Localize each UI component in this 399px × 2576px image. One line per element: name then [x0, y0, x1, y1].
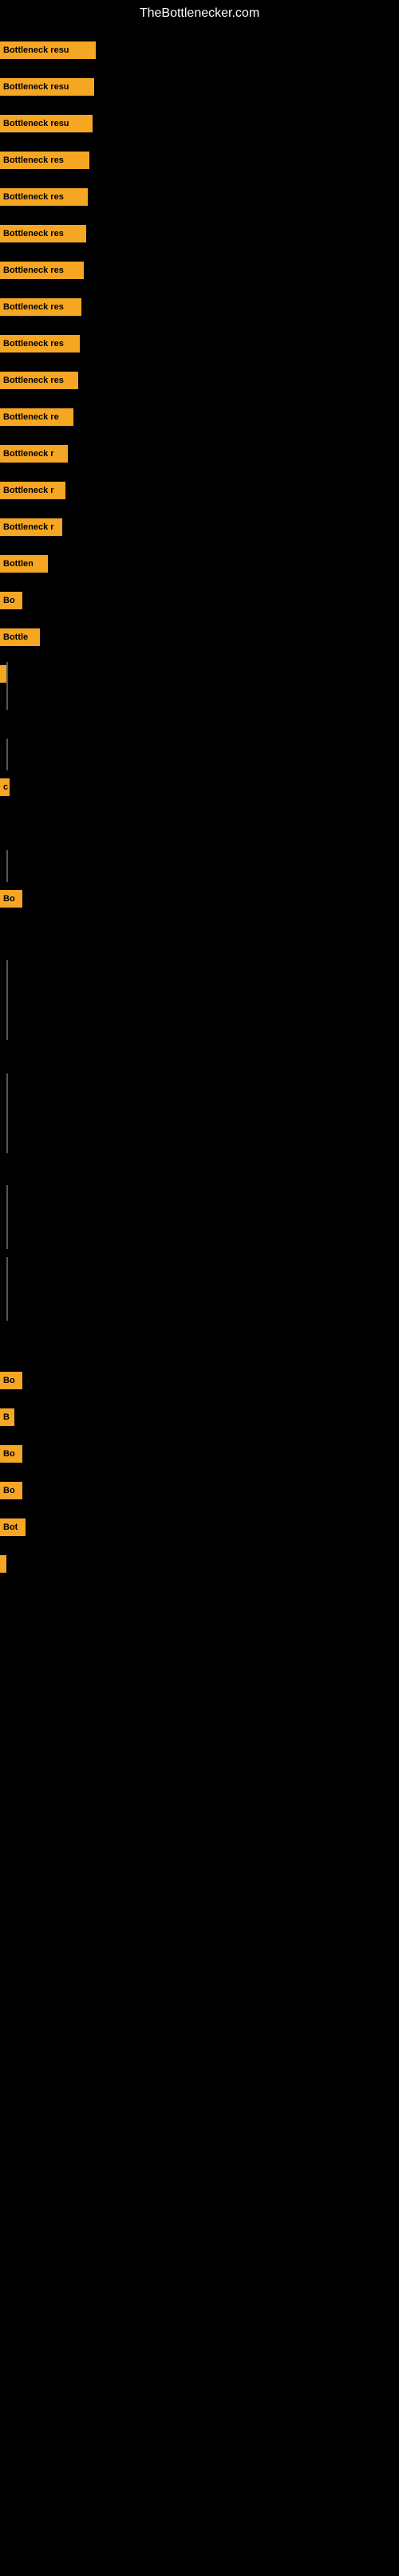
bar-label: c: [0, 778, 10, 796]
bar-item: Bottle: [0, 628, 40, 646]
vertical-marker: [6, 1257, 8, 1321]
bar-label: Bottle: [0, 628, 40, 646]
bar-item: Bo: [0, 890, 22, 908]
vertical-marker: [6, 1073, 8, 1153]
bar-label: Bottleneck res: [0, 152, 89, 169]
bar-label: Bottleneck res: [0, 372, 78, 389]
bar-label: [0, 1555, 6, 1573]
bar-label: Bottleneck res: [0, 225, 86, 242]
bar-label: Bottlen: [0, 555, 48, 573]
bar-item: Bottlen: [0, 555, 48, 573]
bar-label: Bo: [0, 1372, 22, 1389]
bar-item: Bo: [0, 1482, 22, 1499]
bar-item: Bottleneck resu: [0, 78, 94, 96]
bar-item: Bottleneck r: [0, 518, 62, 536]
vertical-marker: [6, 960, 8, 1040]
bar-label: Bottleneck resu: [0, 115, 93, 132]
bar-label: Bo: [0, 1445, 22, 1463]
bar-label: Bottleneck res: [0, 335, 80, 353]
vertical-marker: [6, 1185, 8, 1249]
vertical-marker: [6, 739, 8, 770]
bar-item: Bottleneck r: [0, 482, 65, 499]
bar-item: Bottleneck res: [0, 372, 78, 389]
bar-item: Bottleneck resu: [0, 115, 93, 132]
bar-label: Bottleneck res: [0, 298, 81, 316]
bar-label: Bottleneck res: [0, 262, 84, 279]
bar-label: B: [0, 1408, 14, 1426]
bar-item: Bottleneck res: [0, 262, 84, 279]
bar-label: Bottleneck re: [0, 408, 73, 426]
bar-label: Bo: [0, 592, 22, 609]
bar-item: Bo: [0, 592, 22, 609]
bar-item: Bottleneck res: [0, 152, 89, 169]
bar-item: Bot: [0, 1518, 26, 1536]
bar-item: Bottleneck res: [0, 298, 81, 316]
bar-item: Bottleneck res: [0, 225, 86, 242]
bar-label: Bottleneck r: [0, 518, 62, 536]
bar-label: Bot: [0, 1518, 26, 1536]
vertical-marker: [6, 662, 8, 710]
bar-item: Bottleneck re: [0, 408, 73, 426]
bar-item: Bottleneck res: [0, 188, 88, 206]
bar-item: Bottleneck r: [0, 445, 68, 463]
bar-item: [0, 665, 6, 683]
bar-label: Bo: [0, 890, 22, 908]
bar-item: Bottleneck resu: [0, 41, 96, 59]
bar-item: c: [0, 778, 10, 796]
bar-label: Bottleneck resu: [0, 78, 94, 96]
bar-label: Bottleneck res: [0, 188, 88, 206]
bar-item: B: [0, 1408, 14, 1426]
bar-label: Bottleneck resu: [0, 41, 96, 59]
bar-label: Bottleneck r: [0, 445, 68, 463]
bar-label: Bottleneck r: [0, 482, 65, 499]
bar-label: [0, 665, 6, 683]
bar-item: Bo: [0, 1445, 22, 1463]
bar-item: [0, 1555, 6, 1573]
bar-item: Bo: [0, 1372, 22, 1389]
vertical-marker: [6, 850, 8, 882]
bar-label: Bo: [0, 1482, 22, 1499]
bar-item: Bottleneck res: [0, 335, 80, 353]
site-title: TheBottlenecker.com: [0, 0, 399, 24]
